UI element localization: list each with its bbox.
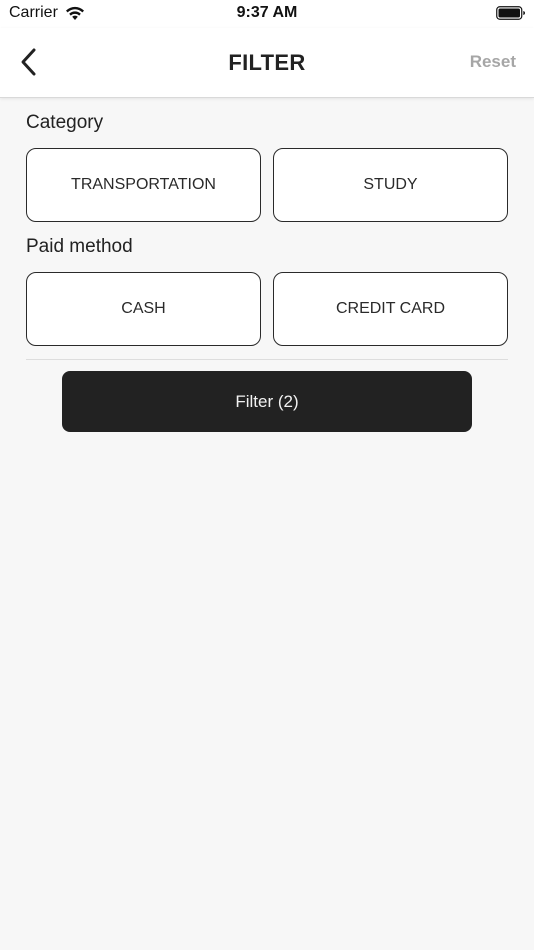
- battery-icon: [496, 5, 526, 21]
- filter-button[interactable]: Filter (2): [62, 371, 472, 432]
- status-bar: Carrier 9:37 AM: [0, 0, 534, 28]
- paid-method-option-credit-card[interactable]: CREDIT CARD: [273, 272, 508, 346]
- page-title: FILTER: [228, 50, 306, 75]
- reset-button[interactable]: Reset: [470, 52, 516, 72]
- paid-method-option-cash[interactable]: CASH: [26, 272, 261, 346]
- category-options: TRANSPORTATION STUDY: [26, 148, 508, 222]
- filter-screen: Carrier 9:37 AM FILTER Reset Category TR…: [0, 0, 534, 950]
- paid-method-options: CASH CREDIT CARD: [26, 272, 508, 346]
- category-option-study[interactable]: STUDY: [273, 148, 508, 222]
- paid-method-label: Paid method: [26, 236, 133, 257]
- status-time: 9:37 AM: [236, 4, 298, 21]
- divider: [26, 359, 508, 360]
- category-option-transportation[interactable]: TRANSPORTATION: [26, 148, 261, 222]
- category-label: Category: [26, 112, 104, 133]
- navigation-bar: FILTER Reset: [0, 28, 534, 98]
